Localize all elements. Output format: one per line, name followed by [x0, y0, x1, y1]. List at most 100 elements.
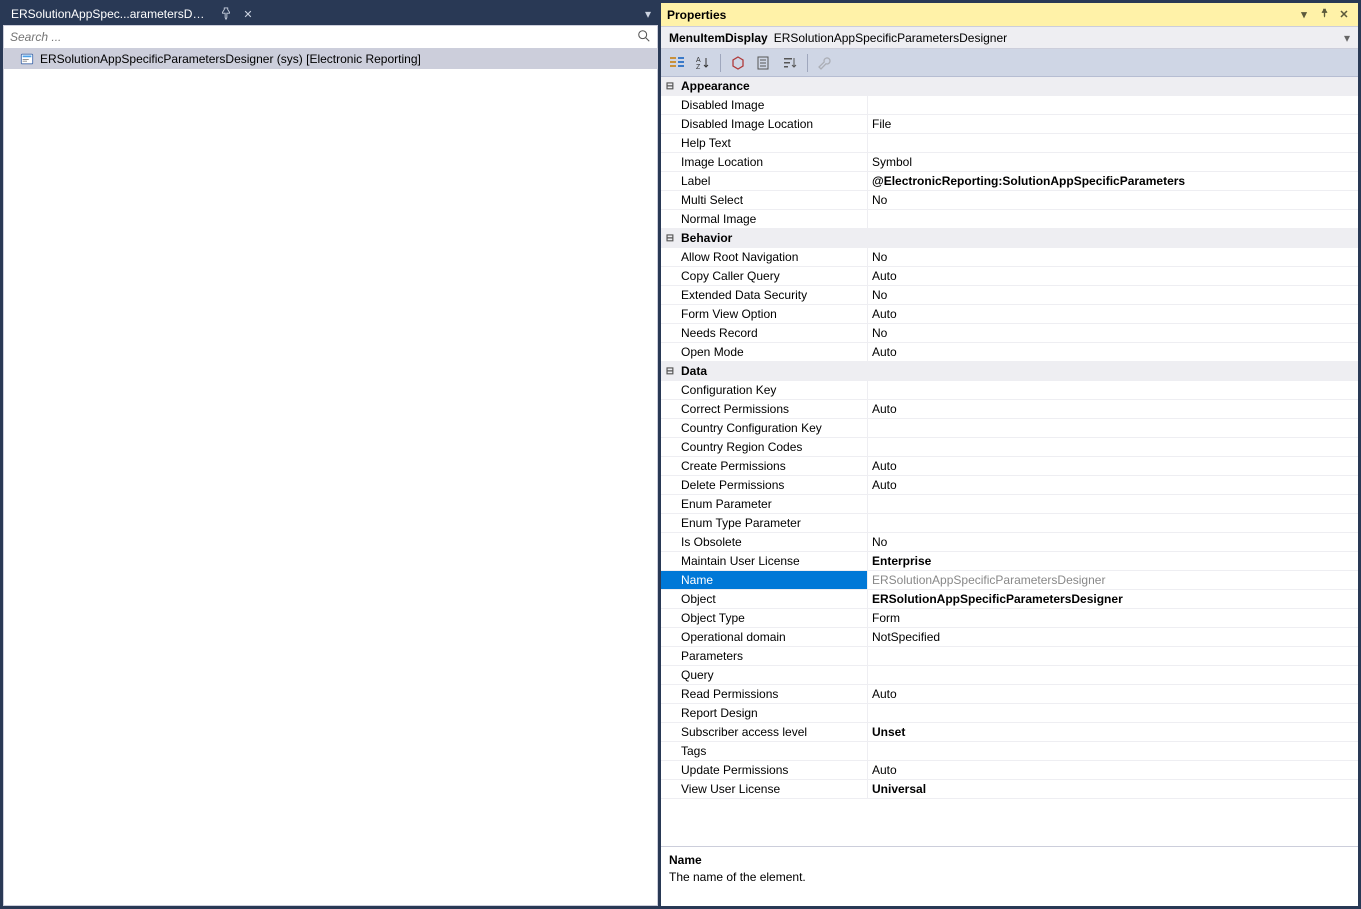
property-value[interactable]: File: [868, 115, 1358, 133]
property-row[interactable]: ObjectERSolutionAppSpecificParametersDes…: [661, 590, 1358, 609]
property-value[interactable]: [868, 96, 1358, 114]
property-row[interactable]: Create PermissionsAuto: [661, 457, 1358, 476]
document-tab[interactable]: ERSolutionAppSpec...arametersDesigner ✕: [3, 3, 263, 25]
property-value[interactable]: [868, 742, 1358, 760]
property-value[interactable]: @ElectronicReporting:SolutionAppSpecific…: [868, 172, 1358, 190]
property-row[interactable]: Maintain User LicenseEnterprise: [661, 552, 1358, 571]
property-row[interactable]: Subscriber access levelUnset: [661, 723, 1358, 742]
collapse-icon[interactable]: ⊟: [663, 231, 677, 245]
property-row[interactable]: Multi SelectNo: [661, 191, 1358, 210]
property-value[interactable]: Universal: [868, 780, 1358, 798]
property-pages-icon[interactable]: [752, 52, 776, 74]
property-category[interactable]: ⊟Appearance: [661, 77, 1358, 96]
property-value[interactable]: [868, 647, 1358, 665]
search-icon[interactable]: [637, 29, 651, 46]
property-row[interactable]: Extended Data SecurityNo: [661, 286, 1358, 305]
property-row[interactable]: Normal Image: [661, 210, 1358, 229]
collapse-icon[interactable]: ⊟: [663, 79, 677, 93]
property-value[interactable]: Auto: [868, 685, 1358, 703]
property-row[interactable]: Help Text: [661, 134, 1358, 153]
property-value[interactable]: [868, 704, 1358, 722]
property-row[interactable]: Enum Parameter: [661, 495, 1358, 514]
property-row[interactable]: Report Design: [661, 704, 1358, 723]
property-value[interactable]: No: [868, 286, 1358, 304]
property-row[interactable]: Tags: [661, 742, 1358, 761]
property-row[interactable]: Disabled Image LocationFile: [661, 115, 1358, 134]
chevron-down-icon[interactable]: ▾: [1344, 31, 1350, 45]
property-value[interactable]: Unset: [868, 723, 1358, 741]
extensions-icon[interactable]: [726, 52, 750, 74]
property-value[interactable]: Auto: [868, 457, 1358, 475]
property-name: Tags: [661, 742, 868, 760]
property-value[interactable]: NotSpecified: [868, 628, 1358, 646]
property-row[interactable]: Disabled Image: [661, 96, 1358, 115]
sort-icon[interactable]: [778, 52, 802, 74]
alphabetical-icon[interactable]: AZ: [691, 52, 715, 74]
property-value[interactable]: No: [868, 191, 1358, 209]
property-row[interactable]: Query: [661, 666, 1358, 685]
property-value[interactable]: [868, 514, 1358, 532]
property-value[interactable]: Form: [868, 609, 1358, 627]
collapse-icon[interactable]: ⊟: [663, 364, 677, 378]
property-row[interactable]: Enum Type Parameter: [661, 514, 1358, 533]
tab-overflow-chevron-icon[interactable]: ▾: [638, 3, 658, 25]
property-value[interactable]: No: [868, 324, 1358, 342]
property-name: Parameters: [661, 647, 868, 665]
property-row[interactable]: Country Region Codes: [661, 438, 1358, 457]
property-row[interactable]: Object TypeForm: [661, 609, 1358, 628]
property-value[interactable]: [868, 666, 1358, 684]
property-value[interactable]: [868, 419, 1358, 437]
property-category[interactable]: ⊟Data: [661, 362, 1358, 381]
property-row[interactable]: Allow Root NavigationNo: [661, 248, 1358, 267]
properties-object-selector[interactable]: MenuItemDisplay ERSolutionAppSpecificPar…: [661, 27, 1358, 49]
property-row[interactable]: Country Configuration Key: [661, 419, 1358, 438]
property-row[interactable]: View User LicenseUniversal: [661, 780, 1358, 799]
properties-grid[interactable]: ⊟AppearanceDisabled ImageDisabled Image …: [661, 77, 1358, 846]
property-value[interactable]: Auto: [868, 305, 1358, 323]
property-value[interactable]: [868, 381, 1358, 399]
property-value[interactable]: Enterprise: [868, 552, 1358, 570]
close-icon[interactable]: ✕: [241, 7, 255, 21]
property-row[interactable]: Copy Caller QueryAuto: [661, 267, 1358, 286]
property-value[interactable]: Auto: [868, 761, 1358, 779]
property-row[interactable]: Label@ElectronicReporting:SolutionAppSpe…: [661, 172, 1358, 191]
categorized-icon[interactable]: [665, 52, 689, 74]
designer-tree[interactable]: ERSolutionAppSpecificParametersDesigner …: [3, 49, 658, 906]
property-category[interactable]: ⊟Behavior: [661, 229, 1358, 248]
property-value[interactable]: [868, 210, 1358, 228]
property-value[interactable]: No: [868, 533, 1358, 551]
pin-icon[interactable]: [219, 7, 233, 21]
property-value[interactable]: [868, 134, 1358, 152]
property-row[interactable]: Correct PermissionsAuto: [661, 400, 1358, 419]
property-row[interactable]: Delete PermissionsAuto: [661, 476, 1358, 495]
property-row[interactable]: NameERSolutionAppSpecificParametersDesig…: [661, 571, 1358, 590]
property-value[interactable]: Auto: [868, 400, 1358, 418]
pin-icon[interactable]: [1316, 8, 1332, 22]
property-value[interactable]: Auto: [868, 343, 1358, 361]
property-row[interactable]: Parameters: [661, 647, 1358, 666]
property-row[interactable]: Update PermissionsAuto: [661, 761, 1358, 780]
property-value[interactable]: ERSolutionAppSpecificParametersDesigner: [868, 590, 1358, 608]
svg-text:Z: Z: [696, 64, 701, 71]
property-row[interactable]: Read PermissionsAuto: [661, 685, 1358, 704]
window-position-icon[interactable]: ▾: [1296, 8, 1312, 22]
property-value[interactable]: No: [868, 248, 1358, 266]
property-value[interactable]: [868, 438, 1358, 456]
property-row[interactable]: Configuration Key: [661, 381, 1358, 400]
search-input[interactable]: [10, 30, 637, 44]
property-value[interactable]: Symbol: [868, 153, 1358, 171]
property-row[interactable]: Operational domainNotSpecified: [661, 628, 1358, 647]
property-name: Report Design: [661, 704, 868, 722]
property-row[interactable]: Needs RecordNo: [661, 324, 1358, 343]
property-value[interactable]: Auto: [868, 476, 1358, 494]
close-icon[interactable]: ✕: [1336, 8, 1352, 22]
property-row[interactable]: Is ObsoleteNo: [661, 533, 1358, 552]
property-value[interactable]: ERSolutionAppSpecificParametersDesigner: [868, 571, 1358, 589]
property-value[interactable]: Auto: [868, 267, 1358, 285]
property-row[interactable]: Open ModeAuto: [661, 343, 1358, 362]
property-name: Disabled Image: [661, 96, 868, 114]
tree-root-row[interactable]: ERSolutionAppSpecificParametersDesigner …: [4, 49, 657, 69]
property-value[interactable]: [868, 495, 1358, 513]
property-row[interactable]: Form View OptionAuto: [661, 305, 1358, 324]
property-row[interactable]: Image LocationSymbol: [661, 153, 1358, 172]
